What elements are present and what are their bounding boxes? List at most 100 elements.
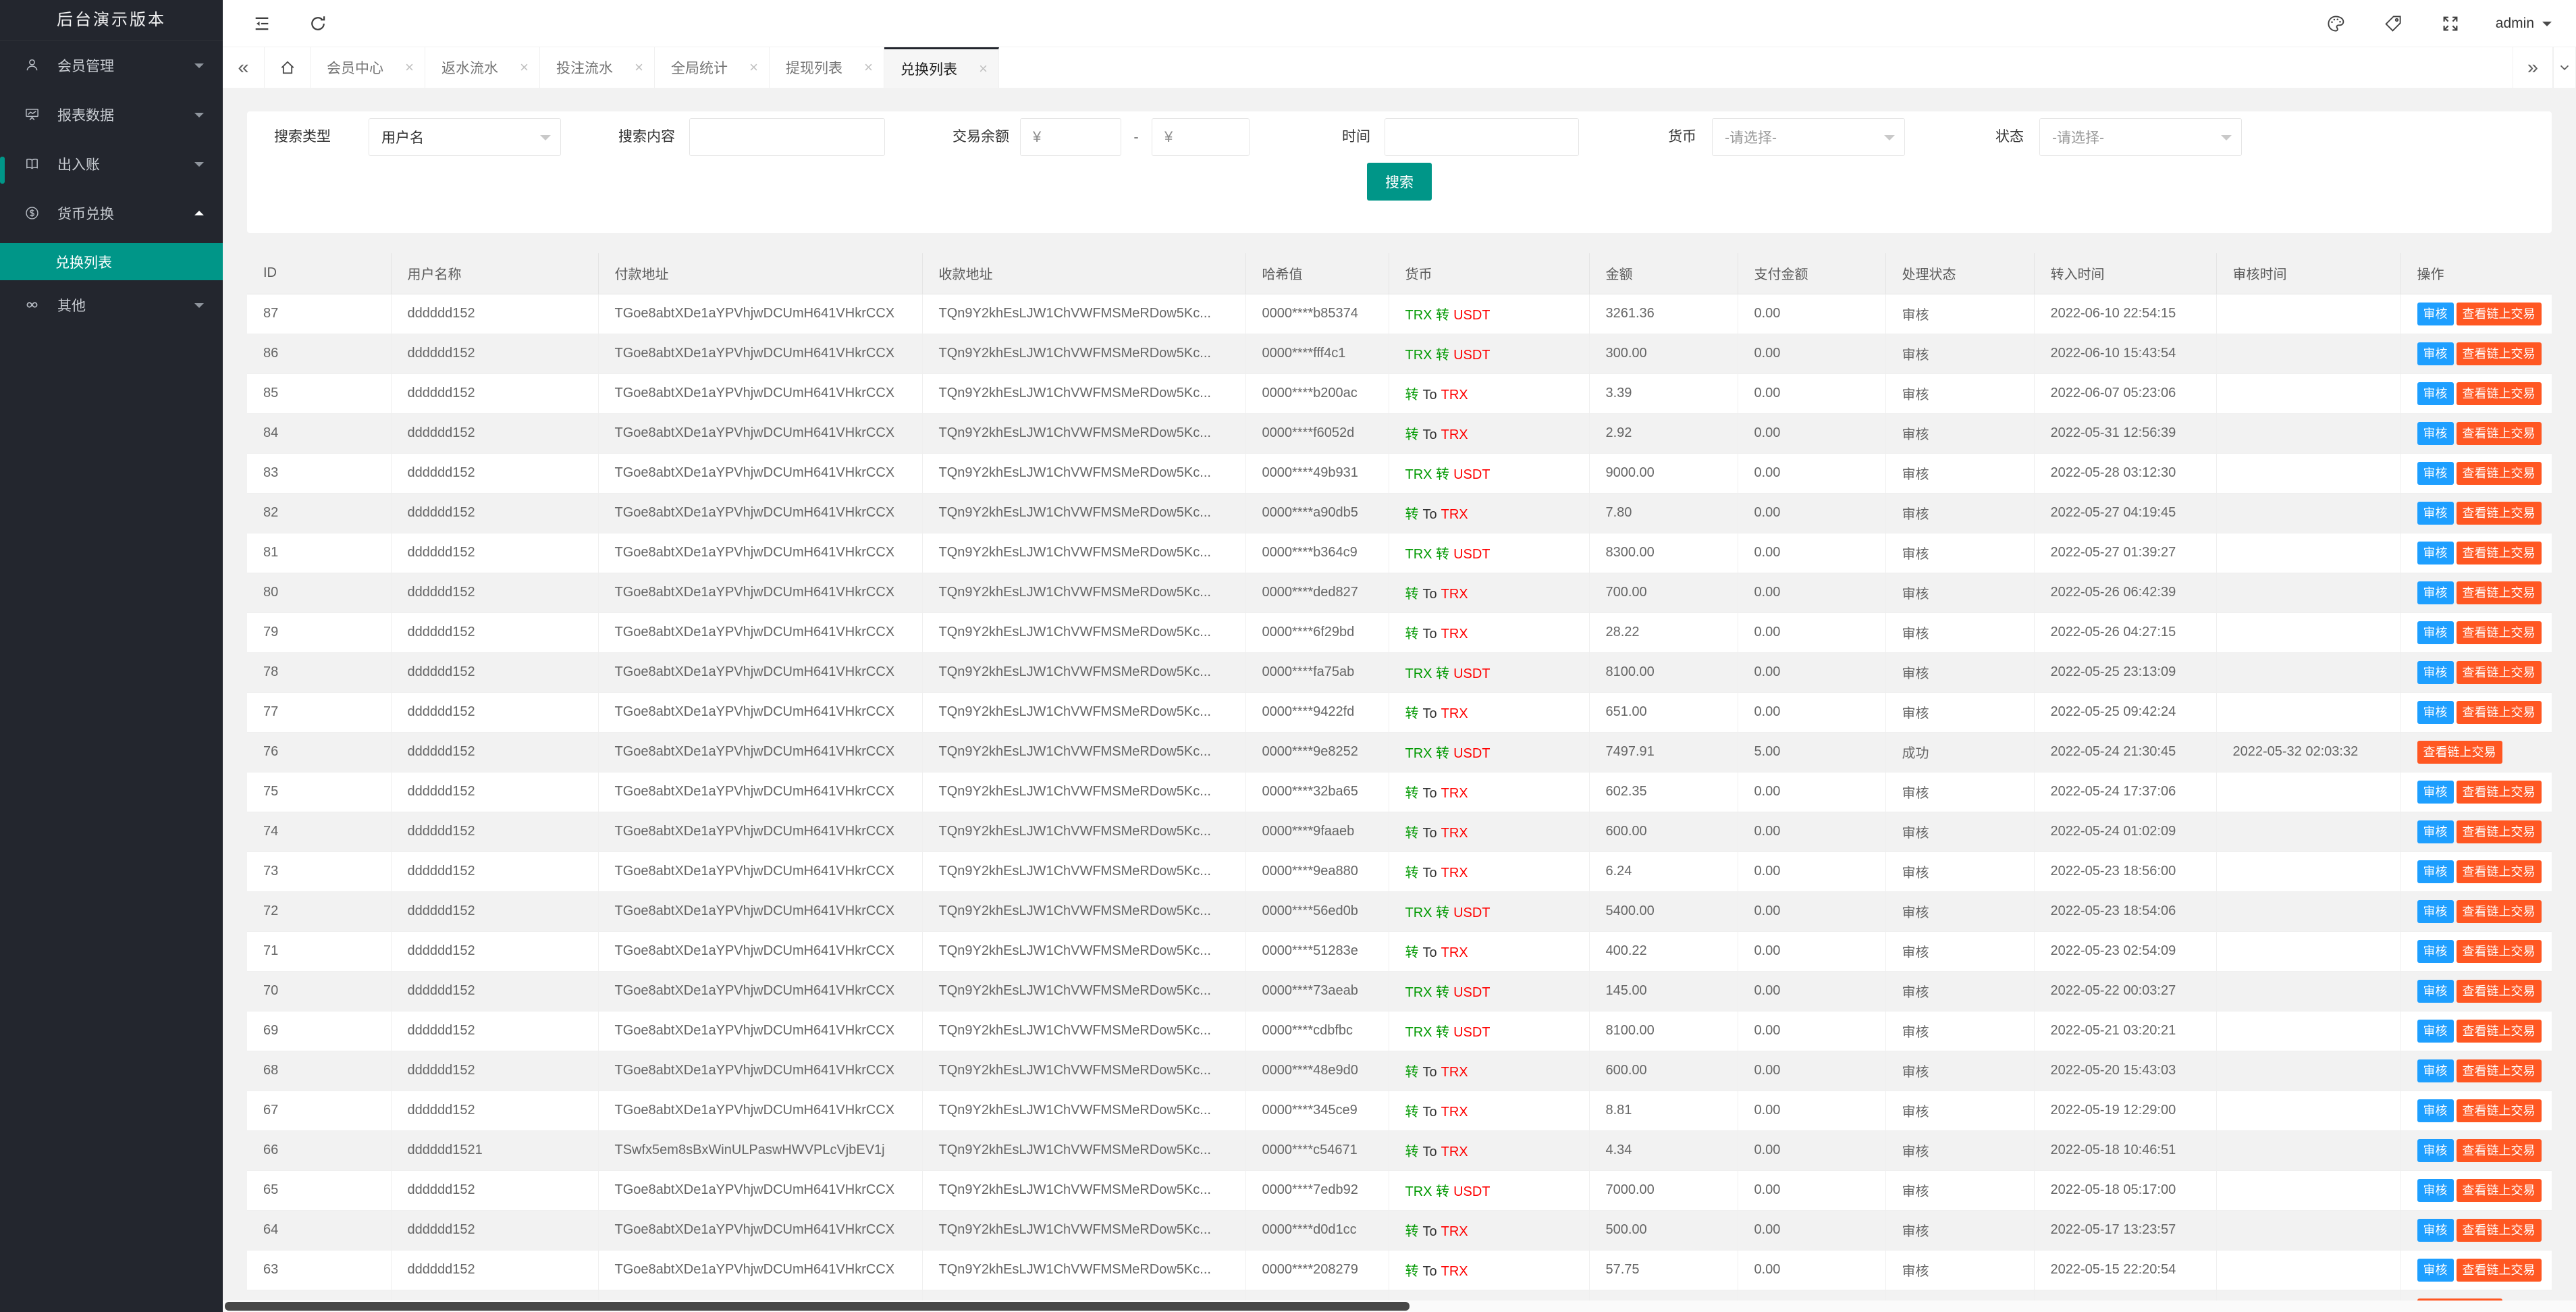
view-chain-tx-button[interactable]: 查看链上交易 [2457, 701, 2542, 724]
view-chain-tx-button[interactable]: 查看链上交易 [2457, 1259, 2542, 1282]
audit-button[interactable]: 审核 [2417, 900, 2454, 923]
view-chain-tx-button[interactable]: 查看链上交易 [2457, 303, 2542, 325]
view-chain-tx-button[interactable]: 查看链上交易 [2457, 940, 2542, 963]
audit-button[interactable]: 审核 [2417, 661, 2454, 684]
audit-button[interactable]: 审核 [2417, 1020, 2454, 1043]
close-icon[interactable]: × [979, 60, 988, 78]
audit-button[interactable]: 审核 [2417, 781, 2454, 804]
view-chain-tx-button[interactable]: 查看链上交易 [2457, 1179, 2542, 1202]
tabs-scroll-left-button[interactable]: « [223, 47, 265, 88]
sidebar-item-currency-exchange[interactable]: 货币兑换 [0, 188, 223, 238]
view-chain-tx-button[interactable]: 查看链上交易 [2457, 900, 2542, 923]
view-chain-tx-button[interactable]: 查看链上交易 [2457, 581, 2542, 604]
cell-amount: 2.92 [1589, 413, 1738, 453]
cell-transfer-time: 2022-05-23 02:54:09 [2034, 931, 2216, 971]
audit-button[interactable]: 审核 [2417, 940, 2454, 963]
view-chain-tx-button[interactable]: 查看链上交易 [2457, 462, 2542, 485]
time-input[interactable] [1397, 129, 1566, 145]
sidebar-item-others[interactable]: 其他 [0, 280, 223, 330]
close-icon[interactable]: × [749, 59, 758, 76]
view-chain-tx-button[interactable]: 查看链上交易 [2457, 542, 2542, 565]
tag-icon[interactable] [2383, 14, 2403, 34]
tab-member-center[interactable]: 会员中心× [311, 47, 425, 88]
sidebar-item-report-data[interactable]: 报表数据 [0, 90, 223, 139]
cell-transfer-time: 2022-06-10 15:43:54 [2034, 334, 2216, 373]
view-chain-tx-button[interactable]: 查看链上交易 [2457, 382, 2542, 405]
tab-bet-flow[interactable]: 投注流水× [540, 47, 655, 88]
balance-min-input[interactable] [1048, 129, 1108, 145]
audit-button[interactable]: 审核 [2417, 860, 2454, 883]
table-row: 70dddddd152TGoe8abtXDe1aYPVhjwDCUmH641VH… [247, 971, 2552, 1011]
cell-id: 74 [247, 812, 391, 851]
view-chain-tx-button[interactable]: 查看链上交易 [2457, 820, 2542, 843]
tab-exchange-list[interactable]: 兑换列表× [884, 47, 999, 88]
audit-button[interactable]: 审核 [2417, 462, 2454, 485]
tabs-menu-button[interactable] [2553, 47, 2576, 88]
audit-button[interactable]: 审核 [2417, 502, 2454, 525]
audit-button[interactable]: 审核 [2417, 1099, 2454, 1122]
audit-button[interactable]: 审核 [2417, 1059, 2454, 1082]
close-icon[interactable]: × [520, 59, 529, 76]
audit-button[interactable]: 审核 [2417, 542, 2454, 565]
cell-user: dddddd152 [391, 772, 598, 812]
balance-min-box: ¥ [1020, 118, 1121, 156]
user-menu[interactable]: admin [2496, 16, 2552, 32]
view-chain-tx-button[interactable]: 查看链上交易 [2457, 621, 2542, 644]
tab-rebate-flow[interactable]: 返水流水× [425, 47, 540, 88]
fullscreen-icon[interactable] [2440, 14, 2461, 34]
view-chain-tx-button[interactable]: 查看链上交易 [2417, 741, 2502, 764]
search-type-select[interactable]: 用户名 [369, 118, 561, 156]
view-chain-tx-button[interactable]: 查看链上交易 [2457, 781, 2542, 804]
audit-button[interactable]: 审核 [2417, 1179, 2454, 1202]
tabs-scroll-right-button[interactable]: » [2513, 47, 2553, 88]
currency-select[interactable]: -请选择- [1712, 118, 1905, 156]
chevron-down-icon [194, 113, 204, 122]
audit-button[interactable]: 审核 [2417, 382, 2454, 405]
close-icon[interactable]: × [864, 59, 873, 76]
view-chain-tx-button[interactable]: 查看链上交易 [2457, 661, 2542, 684]
view-chain-tx-button[interactable]: 查看链上交易 [2457, 502, 2542, 525]
view-chain-tx-button[interactable]: 查看链上交易 [2457, 860, 2542, 883]
audit-button[interactable]: 审核 [2417, 1219, 2454, 1242]
view-chain-tx-button[interactable]: 查看链上交易 [2457, 980, 2542, 1003]
theme-palette-icon[interactable] [2326, 14, 2346, 34]
audit-button[interactable]: 审核 [2417, 1259, 2454, 1282]
search-content-input[interactable] [702, 129, 872, 145]
sidebar-item-member-management[interactable]: 会员管理 [0, 41, 223, 90]
audit-button[interactable]: 审核 [2417, 303, 2454, 325]
view-chain-tx-button[interactable]: 查看链上交易 [2457, 342, 2542, 365]
currency-part: 转 [1405, 587, 1419, 602]
view-chain-tx-button[interactable]: 查看链上交易 [2457, 1219, 2542, 1242]
horizontal-scrollbar-thumb[interactable] [225, 1302, 1410, 1311]
view-chain-tx-button[interactable]: 查看链上交易 [2457, 1099, 2542, 1122]
sidebar-scroll-thumb[interactable] [0, 157, 5, 184]
collapse-menu-icon[interactable] [252, 14, 271, 33]
tab-global-stats[interactable]: 全局统计× [655, 47, 770, 88]
home-tab-button[interactable] [265, 47, 311, 88]
sidebar-item-exchange-list[interactable]: 兑换列表 [0, 243, 223, 280]
audit-button[interactable]: 审核 [2417, 621, 2454, 644]
refresh-icon[interactable] [308, 14, 327, 33]
view-chain-tx-button[interactable]: 查看链上交易 [2457, 1020, 2542, 1043]
tab-withdraw-list[interactable]: 提现列表× [770, 47, 884, 88]
view-chain-tx-button[interactable]: 查看链上交易 [2457, 1059, 2542, 1082]
search-button[interactable]: 搜索 [1367, 163, 1432, 201]
close-icon[interactable]: × [405, 59, 414, 76]
audit-button[interactable]: 审核 [2417, 701, 2454, 724]
status-select[interactable]: -请选择- [2039, 118, 2242, 156]
cell-transfer-time: 2022-05-24 21:30:45 [2034, 732, 2216, 772]
audit-button[interactable]: 审核 [2417, 820, 2454, 843]
view-chain-tx-button[interactable]: 查看链上交易 [2457, 1139, 2542, 1162]
audit-button[interactable]: 审核 [2417, 980, 2454, 1003]
currency-part: TRX [1441, 1105, 1468, 1120]
audit-button[interactable]: 审核 [2417, 581, 2454, 604]
currency-part: TRX 转 [1405, 746, 1450, 761]
view-chain-tx-button[interactable]: 查看链上交易 [2457, 422, 2542, 445]
close-icon[interactable]: × [635, 59, 643, 76]
balance-max-input[interactable] [1179, 129, 1237, 145]
audit-button[interactable]: 审核 [2417, 1139, 2454, 1162]
sidebar-item-accounting[interactable]: 出入账 [0, 139, 223, 188]
audit-button[interactable]: 审核 [2417, 342, 2454, 365]
cell-user: dddddd152 [391, 373, 598, 413]
audit-button[interactable]: 审核 [2417, 422, 2454, 445]
